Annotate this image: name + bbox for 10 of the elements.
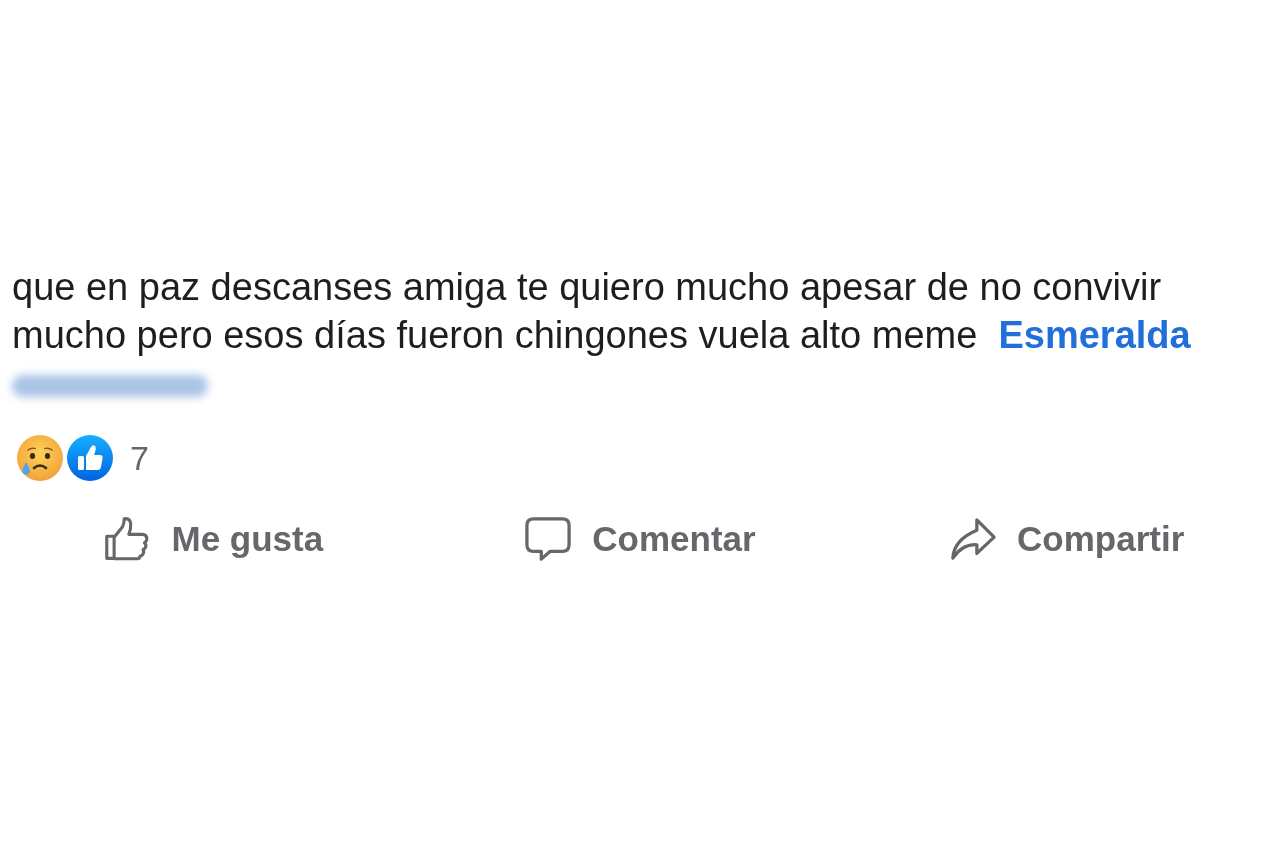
comment-button[interactable]: Comentar bbox=[518, 512, 762, 566]
like-icon bbox=[66, 434, 114, 482]
share-arrow-icon bbox=[949, 516, 998, 562]
speech-bubble-icon bbox=[524, 516, 573, 562]
reaction-count: 7 bbox=[130, 438, 149, 478]
share-button[interactable]: Compartir bbox=[943, 512, 1191, 566]
like-button[interactable]: Me gusta bbox=[97, 512, 330, 566]
sad-face-icon bbox=[16, 434, 64, 482]
mention-link[interactable]: Esmeralda bbox=[998, 314, 1191, 356]
comment-text: que en paz descanses amiga te quiero mucho apesar de no convivir mucho pero esos días fueron chingones vuela alto meme Esmeralda bbox=[12, 265, 1192, 358]
